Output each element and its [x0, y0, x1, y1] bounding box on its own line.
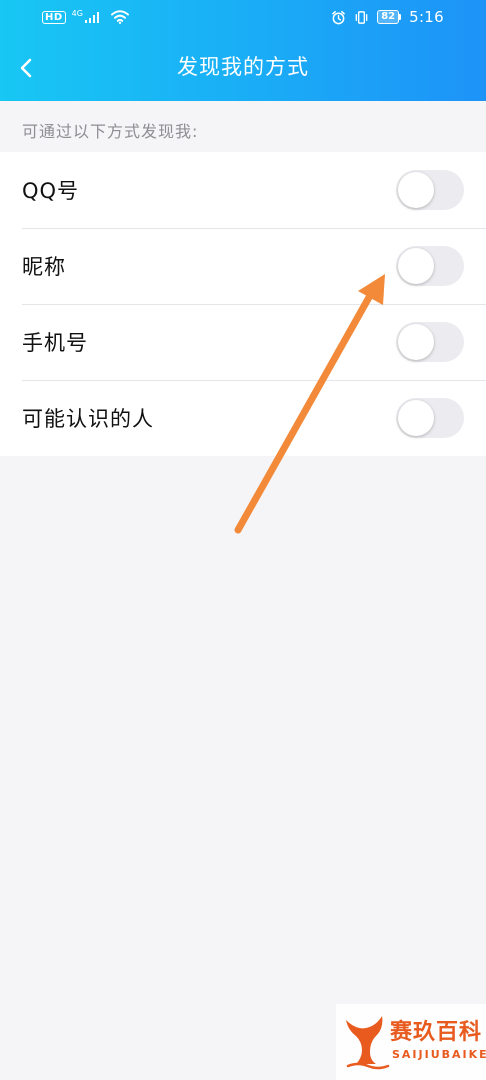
setting-label: 昵称: [22, 255, 66, 279]
watermark-brand-en: SAIJIUBAIKE: [392, 1048, 486, 1061]
status-time: 5:16: [409, 8, 444, 26]
setting-label: 手机号: [22, 331, 88, 355]
wifi-icon: [111, 10, 130, 24]
toggle-knob: [398, 400, 434, 436]
status-bar: HD 4G 82 5:16: [0, 0, 486, 34]
app-header: HD 4G 82 5:16 发现我的方式: [0, 0, 486, 101]
setting-row-people-you-may-know[interactable]: 可能认识的人: [0, 380, 486, 456]
toggle-switch-qq-number[interactable]: [396, 170, 464, 210]
setting-row-nickname[interactable]: 昵称: [0, 228, 486, 304]
toggle-switch-people-you-may-know[interactable]: [396, 398, 464, 438]
chevron-left-icon: [20, 58, 32, 77]
status-right: 82 5:16: [331, 8, 444, 26]
watermark: 赛玖百科 SAIJIUBAIKE: [336, 1004, 486, 1080]
back-button[interactable]: [0, 34, 54, 101]
battery-icon: 82: [377, 10, 402, 24]
setting-row-phone-number[interactable]: 手机号: [0, 304, 486, 380]
whale-tail-logo: [346, 1016, 390, 1070]
vibrate-icon: [355, 10, 368, 24]
section-header: 可通过以下方式发现我:: [22, 122, 199, 141]
setting-row-qq-number[interactable]: QQ号: [0, 152, 486, 228]
settings-list: QQ号 昵称 手机号 可能认识的人: [0, 152, 486, 456]
setting-label: 可能认识的人: [22, 407, 154, 431]
title-bar: 发现我的方式: [0, 34, 486, 101]
status-left: HD 4G: [42, 8, 130, 25]
alarm-icon: [332, 10, 346, 24]
toggle-knob: [398, 324, 434, 360]
watermark-brand-cn: 赛玖百科: [390, 1020, 483, 1045]
setting-label: QQ号: [22, 179, 80, 203]
toggle-knob: [398, 172, 434, 208]
toggle-switch-phone-number[interactable]: [396, 322, 464, 362]
network-type: 4G: [71, 8, 83, 18]
page-title: 发现我的方式: [177, 55, 309, 79]
hd-badge: HD: [42, 10, 66, 24]
toggle-switch-nickname[interactable]: [396, 246, 464, 286]
toggle-knob: [398, 248, 434, 284]
signal-icon: [84, 11, 100, 23]
battery-level: 82: [377, 10, 400, 24]
